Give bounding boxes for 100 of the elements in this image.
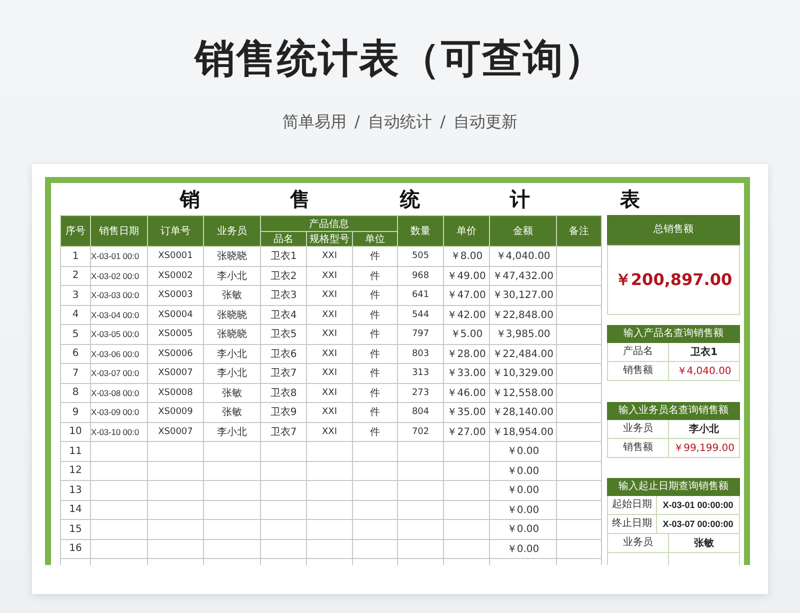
table-cell: 11 [60, 442, 90, 461]
query-label: 终止日期 [608, 515, 658, 533]
table-cell: ￥22,484.00 [490, 344, 557, 364]
column-header: 单位 [352, 232, 398, 246]
query-value[interactable]: 张敏 [694, 536, 714, 550]
table-cell: 273 [398, 383, 444, 402]
table-cell: XXI [306, 266, 352, 286]
table-cell [352, 500, 398, 520]
query-value[interactable]: 卫衣1 [690, 345, 718, 359]
table-cell: XS0008 [148, 383, 204, 402]
table-cell [556, 480, 602, 500]
table-cell [556, 500, 602, 520]
table-cell: 张敏 [204, 383, 260, 402]
table-cell: ￥10,329.00 [490, 364, 557, 383]
query-label: 产品名 [608, 343, 670, 361]
query-header: 输入产品名查询销售额 [607, 325, 740, 343]
query-value[interactable]: 李小北 [689, 422, 720, 436]
table-cell: XS0001 [148, 246, 204, 266]
table-cell: XS0007 [148, 422, 204, 442]
query-value[interactable]: ￥4,040.00 [676, 364, 732, 378]
query-value[interactable]: X-03-01 00:00:00 [662, 500, 734, 510]
table-cell: 卫衣7 [260, 422, 306, 442]
table-cell: 14 [60, 500, 90, 520]
table-cell [90, 461, 148, 480]
table-cell: ￥30,127.00 [490, 286, 557, 305]
table-cell [204, 500, 260, 520]
table-cell: 卫衣6 [260, 344, 306, 364]
table-cell: X-03-02 00:0 [90, 266, 148, 286]
table-cell: ￥8.00 [444, 246, 490, 266]
table-cell [556, 520, 602, 539]
query-label: 业务员 [608, 534, 670, 552]
query-header: 输入起止日期查询销售额 [607, 478, 740, 496]
subtitle: 简单易用 / 自动统计 / 自动更新 [282, 111, 518, 133]
table-cell [260, 480, 306, 500]
table-cell: ￥28.00 [444, 344, 490, 364]
table-cell [556, 461, 602, 480]
table-cell: 件 [352, 324, 398, 344]
table-cell: 件 [352, 246, 398, 266]
table-cell: 804 [398, 402, 444, 422]
table-cell: ￥0.00 [490, 539, 557, 558]
table-cell: XXI [306, 324, 352, 344]
table-cell: X-03-04 00:0 [90, 305, 148, 324]
table-cell: 505 [398, 246, 444, 266]
table-cell: 张晓晓 [204, 305, 260, 324]
table-cell [306, 480, 352, 500]
sheet-title-char: 销 [180, 186, 200, 212]
table-cell: 卫衣3 [260, 286, 306, 305]
query-value[interactable]: ￥99,199.00 [674, 441, 734, 455]
table-cell: ￥46.00 [444, 383, 490, 402]
column-header: 业务员 [204, 216, 260, 246]
table-cell [556, 442, 602, 461]
table-cell: 件 [352, 344, 398, 364]
column-header: 销售日期 [90, 216, 148, 246]
table-cell [556, 364, 602, 383]
table-cell: 卫衣8 [260, 383, 306, 402]
table-cell [444, 480, 490, 500]
table-cell: X-03-03 00:0 [90, 286, 148, 305]
table-cell: 13 [60, 480, 90, 500]
table-cell [398, 442, 444, 461]
table-cell: XXI [306, 422, 352, 442]
table-cell: XXI [306, 344, 352, 364]
table-cell: 张晓晓 [204, 324, 260, 344]
table-cell [306, 442, 352, 461]
table-cell [204, 520, 260, 539]
table-cell [90, 442, 148, 461]
table-cell [260, 442, 306, 461]
query-header: 输入业务员名查询销售额 [607, 402, 740, 420]
table-cell [398, 461, 444, 480]
table-cell [148, 461, 204, 480]
table-cell: ￥35.00 [444, 402, 490, 422]
table-cell [556, 402, 602, 422]
table-cell: X-03-09 00:0 [90, 402, 148, 422]
table-cell: 313 [398, 364, 444, 383]
column-header: 备注 [556, 216, 602, 246]
table-cell: X-03-01 00:0 [90, 246, 148, 266]
table-cell: 李小北 [204, 422, 260, 442]
table-cell: ￥33.00 [444, 364, 490, 383]
query-label: 销售额 [608, 362, 670, 380]
column-group-header: 产品信息 [260, 216, 398, 232]
table-cell [556, 246, 602, 266]
table-cell: 卫衣9 [260, 402, 306, 422]
table-cell [204, 480, 260, 500]
sheet-title-char: 计 [510, 186, 530, 212]
table-cell [444, 500, 490, 520]
table-cell: ￥27.00 [444, 422, 490, 442]
table-cell: 李小北 [204, 364, 260, 383]
table-cell [556, 324, 602, 344]
table-cell [306, 500, 352, 520]
query-value[interactable]: X-03-07 00:00:00 [662, 519, 734, 529]
column-header: 品名 [260, 232, 306, 246]
sheet-title-char: 售 [290, 186, 310, 212]
table-cell: 9 [60, 402, 90, 422]
table-cell: 件 [352, 383, 398, 402]
table-cell: 16 [60, 539, 90, 558]
table-cell [352, 461, 398, 480]
table-cell: 4 [60, 305, 90, 324]
column-header: 单价 [444, 216, 490, 246]
query-label: 业务员 [608, 420, 670, 438]
page-title: 销售统计表（可查询） [195, 35, 605, 84]
query-label: 起始日期 [608, 496, 658, 514]
